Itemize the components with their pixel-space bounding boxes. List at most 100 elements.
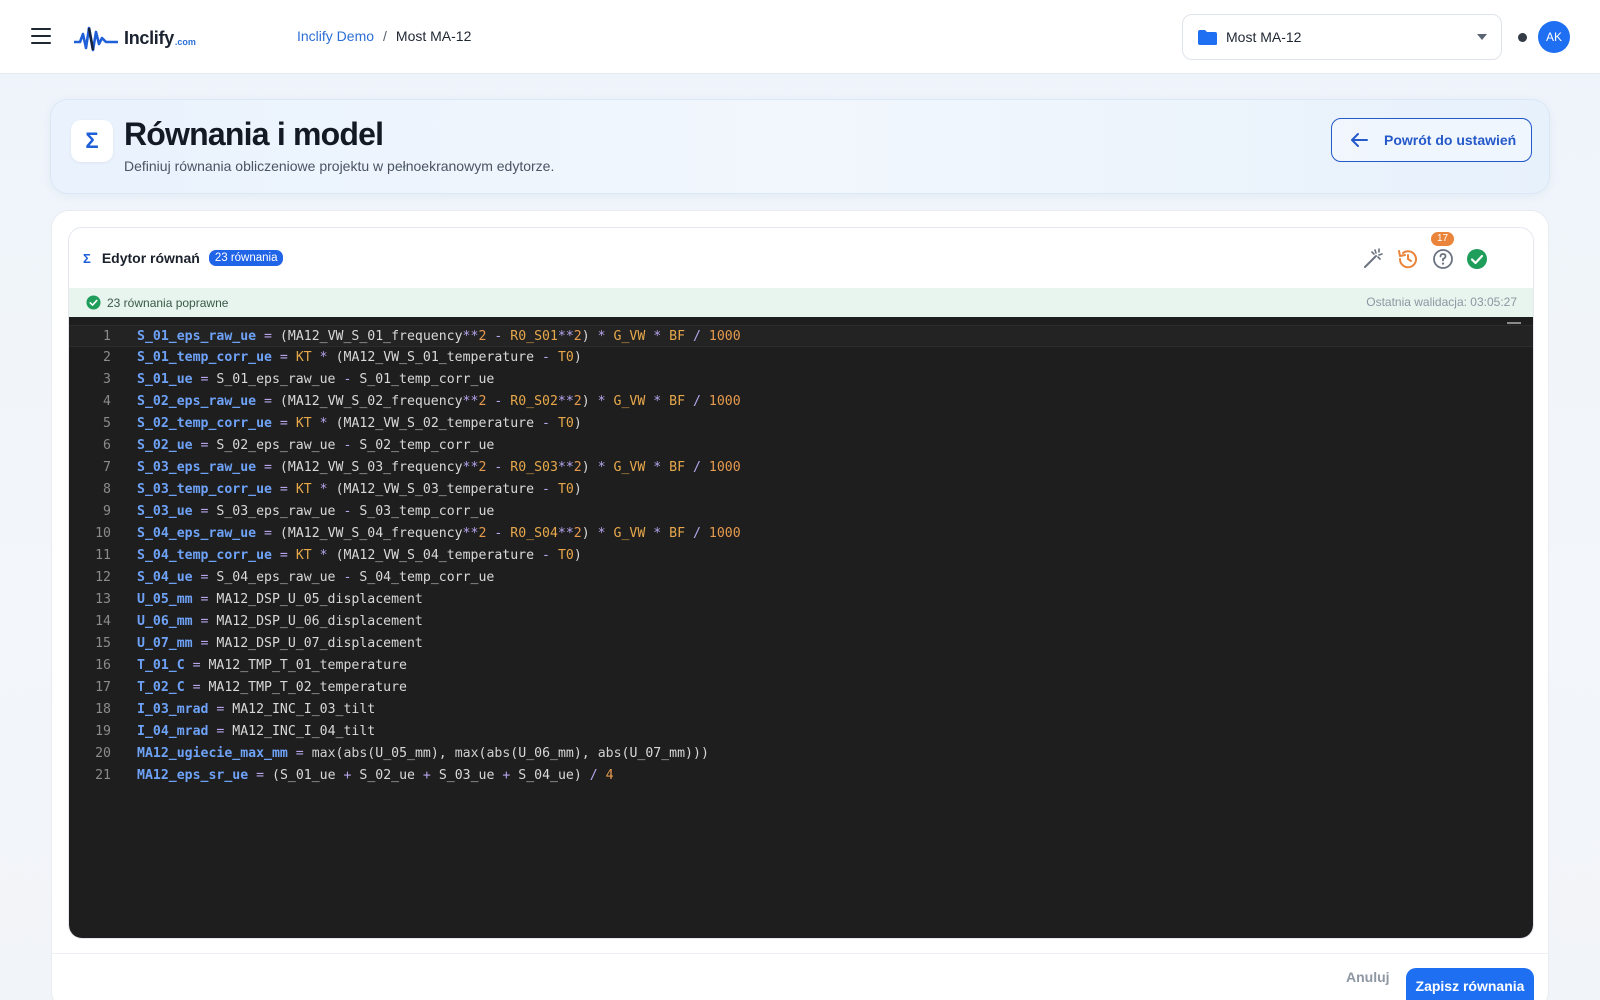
- code-line[interactable]: 9 S_03_ue = S_03_eps_raw_ue - S_03_temp_c…: [69, 501, 1533, 523]
- line-number: 13: [95, 592, 111, 607]
- project-select[interactable]: Most MA-12: [1182, 14, 1502, 60]
- line-number: 9: [103, 504, 111, 519]
- history-count-badge: 17: [1431, 232, 1455, 246]
- logo[interactable]: Inclify .com: [72, 22, 196, 54]
- code-line-text: T_01_C = MA12_TMP_T_01_temperature: [137, 658, 407, 673]
- code-editor[interactable]: 1 S_01_eps_raw_ue = (MA12_VW_S_01_frequen…: [69, 317, 1533, 938]
- line-number: 7: [103, 460, 111, 475]
- code-line-text: S_03_ue = S_03_eps_raw_ue - S_03_temp_co…: [137, 504, 495, 519]
- code-line[interactable]: 13 U_05_mm = MA12_DSP_U_05_displacement: [69, 589, 1533, 611]
- code-line-text: S_02_eps_raw_ue = (MA12_VW_S_02_frequenc…: [137, 394, 741, 409]
- code-line[interactable]: 7 S_03_eps_raw_ue = (MA12_VW_S_03_frequen…: [69, 457, 1533, 479]
- code-line[interactable]: 12 S_04_ue = S_04_eps_raw_ue - S_04_temp_…: [69, 567, 1533, 589]
- code-line-text: U_07_mm = MA12_DSP_U_07_displacement: [137, 636, 423, 651]
- sigma-icon: Σ: [71, 120, 113, 162]
- editor-title: Edytor równań: [101, 250, 200, 266]
- logo-text: Inclify: [124, 27, 174, 48]
- line-number: 14: [95, 614, 111, 629]
- sigma-small-icon: Σ: [83, 250, 91, 266]
- code-line[interactable]: 2 S_01_temp_corr_ue = KT * (MA12_VW_S_01_…: [69, 347, 1533, 369]
- back-to-settings-button[interactable]: Powrót do ustawień: [1331, 118, 1532, 162]
- scrollbar-thumb[interactable]: [1507, 322, 1521, 324]
- arrow-left-icon: [1351, 133, 1368, 147]
- validation-check-icon[interactable]: [1465, 247, 1489, 271]
- code-line-text: I_03_mrad = MA12_INC_I_03_tilt: [137, 702, 376, 717]
- line-number: 18: [95, 702, 111, 717]
- code-line-text: S_01_eps_raw_ue = (MA12_VW_S_01_frequenc…: [137, 329, 741, 344]
- code-line-text: S_02_ue = S_02_eps_raw_ue - S_02_temp_co…: [137, 438, 495, 453]
- line-number: 15: [95, 636, 111, 651]
- code-viewport[interactable]: 1 S_01_eps_raw_ue = (MA12_VW_S_01_frequen…: [69, 325, 1533, 787]
- code-line[interactable]: 14 U_06_mm = MA12_DSP_U_06_displacement: [69, 611, 1533, 633]
- top-bar: Inclify .com Inclify Demo / Most MA-12 M…: [0, 0, 1600, 74]
- help-icon[interactable]: [1431, 247, 1455, 271]
- code-line-text: S_04_eps_raw_ue = (MA12_VW_S_04_frequenc…: [137, 526, 741, 541]
- code-line-text: MA12_eps_sr_ue = (S_01_ue + S_02_ue + S_…: [137, 768, 614, 783]
- page-subtitle: Definiuj równania obliczeniowe projektu …: [124, 158, 555, 174]
- chevron-down-icon: [1477, 34, 1487, 40]
- breadcrumb-separator: /: [383, 28, 387, 44]
- code-line[interactable]: 10 S_04_eps_raw_ue = (MA12_VW_S_04_freque…: [69, 523, 1533, 545]
- code-line-text: S_04_temp_corr_ue = KT * (MA12_VW_S_04_t…: [137, 548, 582, 563]
- cancel-button[interactable]: Anuluj: [1346, 969, 1390, 985]
- code-line-text: MA12_ugiecie_max_mm = max(abs(U_05_mm), …: [137, 746, 709, 761]
- equation-editor: Σ Edytor równań 23 równania 17 23 równan…: [68, 227, 1534, 939]
- code-line[interactable]: 21 MA12_eps_sr_ue = (S_01_ue + S_02_ue + …: [69, 765, 1533, 787]
- line-number: 2: [103, 350, 111, 365]
- code-line-text: U_06_mm = MA12_DSP_U_06_displacement: [137, 614, 423, 629]
- save-equations-button[interactable]: Zapisz równania: [1406, 968, 1534, 1000]
- connection-status-dot: [1518, 33, 1527, 42]
- code-line[interactable]: 17 T_02_C = MA12_TMP_T_02_temperature: [69, 677, 1533, 699]
- code-line[interactable]: 5 S_02_temp_corr_ue = KT * (MA12_VW_S_02_…: [69, 413, 1533, 435]
- code-line-text: S_04_ue = S_04_eps_raw_ue - S_04_temp_co…: [137, 570, 495, 585]
- logo-wave-icon: [74, 26, 118, 52]
- line-number: 21: [95, 768, 111, 783]
- line-number: 6: [103, 438, 111, 453]
- code-line[interactable]: 20 MA12_ugiecie_max_mm = max(abs(U_05_mm)…: [69, 743, 1533, 765]
- breadcrumb-current: Most MA-12: [395, 28, 472, 44]
- validation-status-bar: 23 równania poprawne Ostatnia walidacja:…: [69, 288, 1533, 317]
- line-number: 10: [95, 526, 111, 541]
- menu-icon[interactable]: [31, 28, 51, 44]
- code-line[interactable]: 11 S_04_temp_corr_ue = KT * (MA12_VW_S_04…: [69, 545, 1533, 567]
- line-number: 1: [103, 329, 111, 344]
- page-title: Równania i model: [124, 116, 384, 152]
- line-number: 8: [103, 482, 111, 497]
- check-circle-icon: [86, 295, 101, 310]
- back-button-label: Powrót do ustawień: [1384, 132, 1517, 148]
- line-number: 5: [103, 416, 111, 431]
- code-line[interactable]: 19 I_04_mrad = MA12_INC_I_04_tilt: [69, 721, 1533, 743]
- line-number: 16: [95, 658, 111, 673]
- code-line[interactable]: 1 S_01_eps_raw_ue = (MA12_VW_S_01_frequen…: [69, 325, 1533, 347]
- code-line-text: I_04_mrad = MA12_INC_I_04_tilt: [137, 724, 376, 739]
- user-avatar[interactable]: AK: [1538, 21, 1570, 53]
- code-line-text: S_01_temp_corr_ue = KT * (MA12_VW_S_01_t…: [137, 350, 582, 365]
- code-line[interactable]: 15 U_07_mm = MA12_DSP_U_07_displacement: [69, 633, 1533, 655]
- logo-domain: .com: [174, 37, 196, 47]
- editor-header: Σ Edytor równań 23 równania 17: [69, 228, 1533, 288]
- code-line[interactable]: 4 S_02_eps_raw_ue = (MA12_VW_S_02_frequen…: [69, 391, 1533, 413]
- magic-wand-icon[interactable]: [1361, 247, 1385, 271]
- footer-divider: [52, 953, 1548, 954]
- code-line-text: T_02_C = MA12_TMP_T_02_temperature: [137, 680, 407, 695]
- page-header: Σ Równania i model Definiuj równania obl…: [50, 99, 1550, 194]
- validation-status-text: 23 równania poprawne: [107, 295, 229, 310]
- code-line[interactable]: 18 I_03_mrad = MA12_INC_I_03_tilt: [69, 699, 1533, 721]
- code-line[interactable]: 3 S_01_ue = S_01_eps_raw_ue - S_01_temp_c…: [69, 369, 1533, 391]
- history-icon[interactable]: [1396, 247, 1420, 271]
- breadcrumb: Inclify Demo / Most MA-12: [297, 28, 471, 44]
- line-number: 11: [95, 548, 111, 563]
- line-number: 3: [103, 372, 111, 387]
- line-number: 20: [95, 746, 111, 761]
- code-line[interactable]: 6 S_02_ue = S_02_eps_raw_ue - S_02_temp_c…: [69, 435, 1533, 457]
- code-line[interactable]: 16 T_01_C = MA12_TMP_T_01_temperature: [69, 655, 1533, 677]
- folder-icon: [1198, 29, 1217, 45]
- line-number: 12: [95, 570, 111, 585]
- code-line-text: S_03_temp_corr_ue = KT * (MA12_VW_S_03_t…: [137, 482, 582, 497]
- code-line[interactable]: 8 S_03_temp_corr_ue = KT * (MA12_VW_S_03_…: [69, 479, 1533, 501]
- project-select-value: Most MA-12: [1226, 29, 1302, 45]
- code-line-text: S_02_temp_corr_ue = KT * (MA12_VW_S_02_t…: [137, 416, 582, 431]
- code-line-text: S_03_eps_raw_ue = (MA12_VW_S_03_frequenc…: [137, 460, 741, 475]
- breadcrumb-root-link[interactable]: Inclify Demo: [297, 28, 374, 44]
- line-number: 19: [95, 724, 111, 739]
